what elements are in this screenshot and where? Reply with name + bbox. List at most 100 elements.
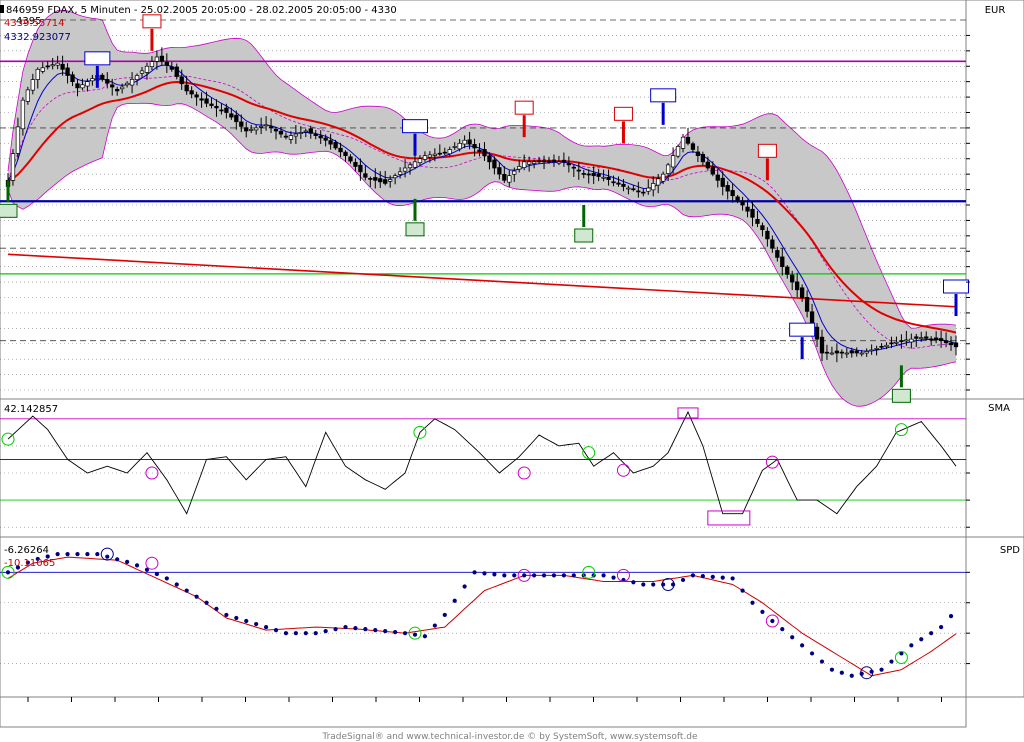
candle-body [720, 177, 725, 187]
candle-body [229, 113, 234, 118]
candle-body [492, 159, 497, 169]
candle-body [244, 127, 249, 132]
candle-body [705, 161, 710, 169]
candle-body [373, 177, 378, 181]
spd-dot [720, 575, 725, 580]
spd-dot [313, 631, 318, 636]
candle-body [690, 143, 696, 150]
candle-body [278, 130, 284, 135]
spd-dot [55, 551, 60, 557]
signal-box [405, 222, 425, 237]
candle-body [134, 75, 140, 80]
spd-dot [234, 615, 239, 621]
candle-body [522, 161, 527, 168]
candle-body [263, 124, 269, 127]
spd-dot [770, 618, 775, 624]
spd-dot [561, 573, 566, 578]
candle-body [780, 256, 785, 268]
candle-body [224, 107, 229, 113]
price-axis-title: EUR [985, 5, 1006, 16]
signal-box [84, 51, 111, 66]
candle-body [680, 136, 686, 149]
spd-dot [680, 577, 686, 583]
candle-body [273, 128, 279, 132]
candle-body [556, 161, 562, 164]
signal-box [142, 14, 162, 29]
candle-body [268, 126, 274, 129]
candle-body [740, 200, 745, 206]
spd-dot [125, 559, 130, 565]
spd-dot [631, 580, 636, 585]
spd-dot [819, 659, 825, 664]
candle-body [611, 181, 616, 184]
spd-dot [710, 574, 715, 579]
spd-dot [760, 609, 765, 614]
candle-body [388, 179, 393, 182]
candle-body [536, 160, 542, 163]
candle-body [313, 133, 318, 136]
spd-dot [263, 624, 269, 630]
spd-axis-panel [965, 536, 1024, 698]
candle-body [795, 281, 800, 291]
spd-dot [95, 551, 100, 557]
candle-body [249, 129, 254, 131]
candle-body [189, 90, 194, 95]
candle-body [55, 62, 60, 66]
candle-body [581, 173, 586, 175]
candle-body [546, 160, 552, 163]
spd-dot [790, 635, 795, 640]
sma-readout: 42.142857 [4, 404, 58, 415]
candle-body [120, 86, 125, 90]
candle-body [333, 142, 338, 149]
candle-body [725, 185, 730, 192]
candle-body [730, 190, 735, 197]
candle-body [919, 337, 924, 339]
candle-body [551, 159, 557, 163]
candle-body [437, 152, 442, 155]
signal-box [757, 143, 777, 158]
candle-body [462, 139, 467, 145]
spd-dot [522, 573, 527, 578]
top-value-2: 4339.55714 [4, 18, 64, 29]
candle-body [750, 208, 755, 218]
spd-dot [174, 582, 179, 587]
candle-body [879, 345, 884, 348]
spd-dot [184, 588, 189, 593]
candle-body [90, 78, 95, 82]
spd-dot [492, 572, 497, 577]
candle-body [358, 164, 363, 173]
candle-body [799, 287, 805, 298]
candle-body [561, 159, 567, 163]
candle-body [308, 128, 313, 134]
candle-body [65, 67, 70, 76]
candle-body [735, 196, 740, 201]
candle-body [368, 178, 373, 180]
candle-body [849, 350, 854, 354]
signal-box [613, 106, 633, 121]
candle-body [35, 68, 40, 80]
candle-body [700, 154, 706, 163]
spd-readout-1: -6.26264 [4, 545, 49, 556]
spd-dot [939, 624, 944, 630]
candle-body [432, 153, 437, 156]
spd-dot [929, 631, 934, 636]
signal-box [514, 100, 534, 115]
candle-body [110, 84, 115, 88]
candle-body [948, 342, 954, 346]
spd-dot [134, 563, 140, 568]
spd-dot [273, 628, 279, 633]
candle-body [670, 155, 676, 168]
spd-dot [422, 634, 428, 639]
candle-body [899, 340, 904, 342]
candle-body [472, 144, 477, 149]
candle-body [40, 67, 45, 72]
spd-dot [800, 643, 805, 648]
candle-body [124, 82, 130, 86]
signal-box [401, 119, 428, 134]
candle-body [363, 173, 368, 178]
candle-body [790, 274, 795, 283]
candle-body [139, 70, 145, 74]
candle-body [452, 146, 457, 148]
candle-body [487, 155, 492, 163]
candle-body [45, 65, 50, 68]
